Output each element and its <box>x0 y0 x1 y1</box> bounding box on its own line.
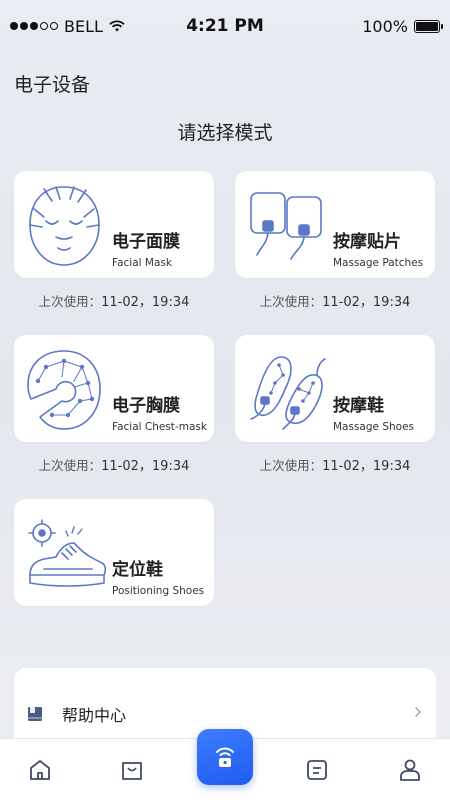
last-used-facial-mask: 上次使用：11-02，19:34 <box>14 291 214 310</box>
device-name-cn: 按摩贴片 <box>333 232 401 252</box>
last-used-massage-patches: 上次使用：11-02，19:34 <box>235 291 435 310</box>
help-center-row: 帮助中心 <box>26 702 126 726</box>
device-name-cn: 定位鞋 <box>112 560 163 580</box>
massage-patch-icon <box>243 181 333 269</box>
device-card-massage-shoes[interactable]: 按摩鞋 Massage Shoes <box>235 335 435 442</box>
device-name-cn: 电子胸膜 <box>112 396 180 416</box>
device-name-en: Facial Mask <box>112 257 172 269</box>
last-used-label: 上次使用： <box>259 458 323 473</box>
tab-shop[interactable] <box>117 755 147 785</box>
positioning-shoe-icon <box>22 509 112 597</box>
device-name-en: Massage Patches <box>333 257 424 269</box>
face-mask-icon <box>22 181 112 269</box>
last-used-value: 11-02，19:34 <box>322 459 411 474</box>
last-used-chest-mask: 上次使用：11-02，19:34 <box>14 455 214 474</box>
device-card-chest-mask[interactable]: 电子胸膜 Facial Chest-mask <box>14 335 214 442</box>
last-used-label: 上次使用： <box>259 294 323 309</box>
device-card-positioning-shoes[interactable]: 定位鞋 Positioning Shoes <box>14 499 214 606</box>
status-right: 100% <box>362 16 443 36</box>
home-icon <box>30 760 50 780</box>
last-used-label: 上次使用： <box>38 458 102 473</box>
book-icon <box>28 707 42 721</box>
battery-icon <box>414 19 443 33</box>
user-icon <box>400 759 420 781</box>
tab-profile[interactable] <box>395 755 425 785</box>
signal-strength-icon <box>10 22 58 30</box>
chevron-right-icon <box>414 706 422 722</box>
last-used-massage-shoes: 上次使用：11-02，19:34 <box>235 455 435 474</box>
last-used-value: 11-02，19:34 <box>101 459 190 474</box>
document-icon <box>307 760 327 780</box>
tab-documents[interactable] <box>302 755 332 785</box>
status-bar: BELL 4:21 PM 100% <box>0 0 450 52</box>
tab-device-center-button[interactable] <box>197 729 253 785</box>
device-name-cn: 按摩鞋 <box>333 396 384 416</box>
page-title: 电子设备 <box>14 74 91 96</box>
wifi-icon <box>109 19 125 31</box>
device-card-facial-mask[interactable]: 电子面膜 Facial Mask <box>14 171 214 278</box>
massage-shoes-icon <box>243 345 333 433</box>
last-used-value: 11-02，19:34 <box>322 295 411 310</box>
status-left: BELL <box>10 17 125 36</box>
chest-mask-icon <box>22 345 112 433</box>
tab-home[interactable] <box>25 755 55 785</box>
status-time: 4:21 PM <box>186 16 264 36</box>
device-name-en: Facial Chest-mask <box>112 421 207 433</box>
last-used-label: 上次使用： <box>38 294 102 309</box>
last-used-value: 11-02，19:34 <box>101 295 190 310</box>
battery-percent: 100% <box>362 16 408 36</box>
shopping-bag-icon <box>122 762 142 780</box>
section-title: 请选择模式 <box>177 122 273 144</box>
device-card-massage-patches[interactable]: 按摩贴片 Massage Patches <box>235 171 435 278</box>
carrier-name: BELL <box>64 16 103 36</box>
device-name-en: Positioning Shoes <box>112 585 205 597</box>
device-name-cn: 电子面膜 <box>112 232 180 252</box>
device-name-en: Massage Shoes <box>333 421 415 433</box>
help-center-label: 帮助中心 <box>62 706 127 725</box>
device-lock-icon <box>216 747 234 767</box>
